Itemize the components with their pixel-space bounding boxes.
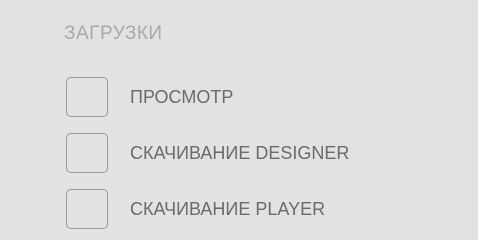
download-designer-checkbox[interactable] xyxy=(66,133,108,173)
option-view[interactable]: ПРОСМОТР xyxy=(66,77,349,117)
option-label: ПРОСМОТР xyxy=(130,87,234,107)
option-label: СКАЧИВАНИЕ PLAYER xyxy=(130,199,326,219)
option-download-player[interactable]: СКАЧИВАНИЕ PLAYER xyxy=(66,189,349,229)
option-label: СКАЧИВАНИЕ DESIGNER xyxy=(130,143,350,163)
downloads-panel: ЗАГРУЗКИ ПРОСМОТР СКАЧИВАНИЕ DESIGNER СК… xyxy=(0,0,478,240)
section-title: ЗАГРУЗКИ xyxy=(64,23,163,44)
download-player-checkbox[interactable] xyxy=(66,189,108,229)
view-checkbox[interactable] xyxy=(66,77,108,117)
option-download-designer[interactable]: СКАЧИВАНИЕ DESIGNER xyxy=(66,133,349,173)
download-options-list: ПРОСМОТР СКАЧИВАНИЕ DESIGNER СКАЧИВАНИЕ … xyxy=(66,77,349,245)
